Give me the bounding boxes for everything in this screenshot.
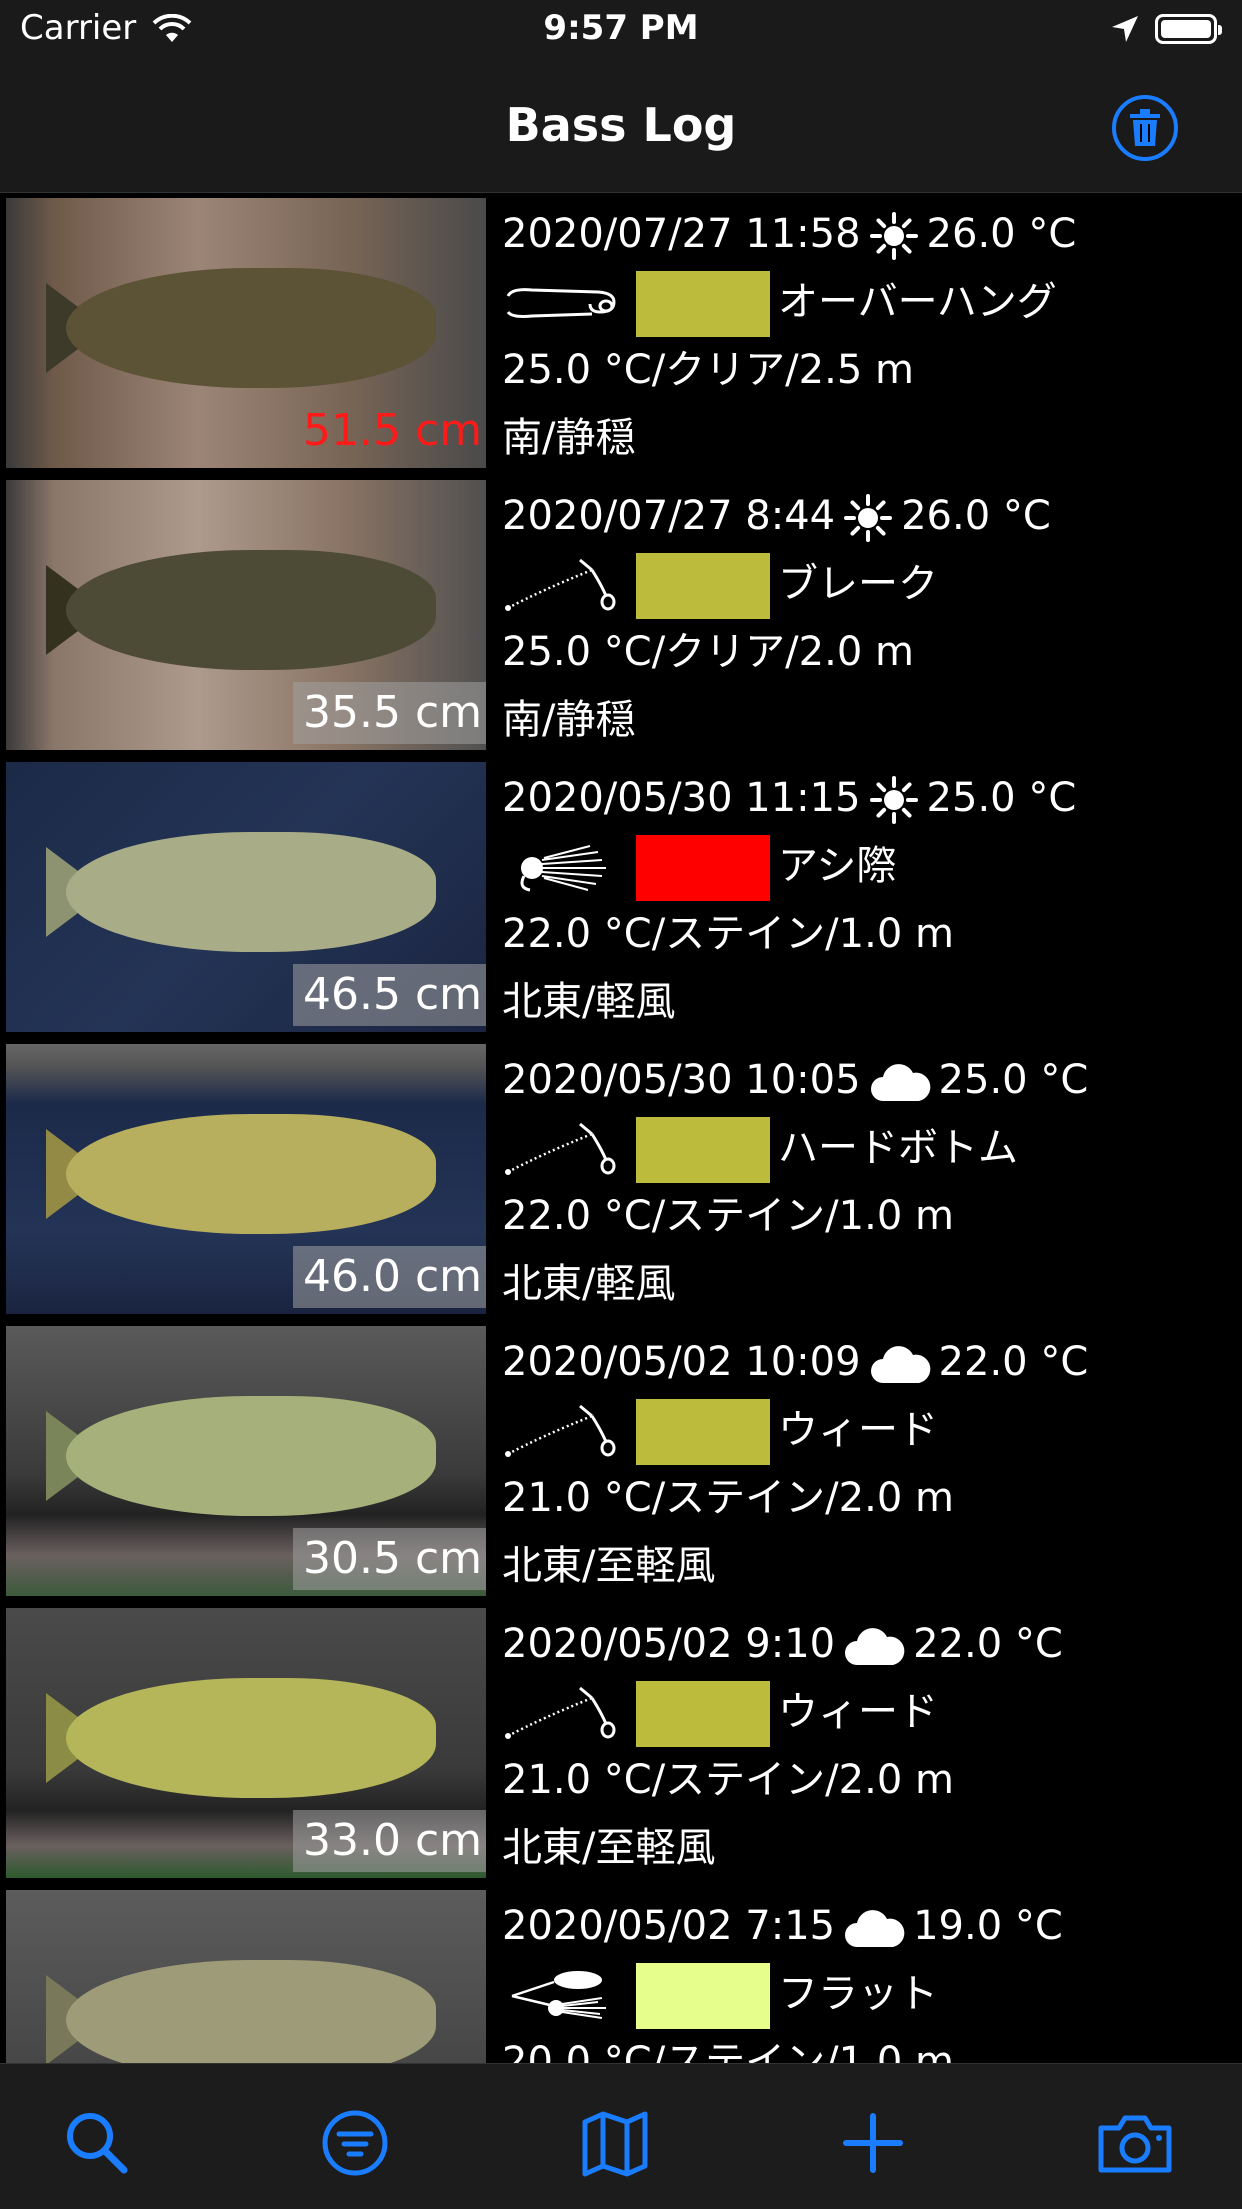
- fish-photo: 30.5 cm: [6, 1326, 486, 1596]
- spot-label: ウィード: [778, 1407, 938, 1453]
- status-bar: Carrier 9:57 PM: [0, 0, 1242, 60]
- cloud-icon: [870, 1064, 930, 1101]
- lure-color-swatch: [636, 1399, 770, 1465]
- water-conditions: 25.0 °C/クリア/2.5 m: [502, 347, 914, 393]
- fish-photo: 51.5 cm: [6, 198, 486, 468]
- drop-shot-icon: [505, 1686, 616, 1739]
- sun-icon: [869, 776, 918, 824]
- wind-conditions: 北東/至軽風: [502, 1825, 716, 1871]
- catch-datetime: 2020/07/27 8:44: [502, 493, 836, 539]
- lure-color-swatch: [636, 1963, 770, 2029]
- catch-datetime: 2020/05/30 11:15: [502, 775, 861, 821]
- catch-datetime: 2020/05/02 9:10: [502, 1621, 836, 1667]
- lure-color-swatch: [636, 553, 770, 619]
- size-label: 30.5 cm: [292, 1528, 486, 1590]
- page-title: Bass Log: [505, 98, 737, 152]
- fish-photo: 35.5 cm: [6, 480, 486, 750]
- catch-details: 2020/05/02 9:10 22.0 °C ウィード 21.0 °C/ステイン…: [502, 1611, 1232, 1883]
- list-item[interactable]: 46.0 cm 2020/05/30 10:05 25.0 °C ハードボトム 2…: [0, 1039, 1242, 1321]
- catch-details: 2020/05/30 11:15 25.0 °C アシ際 22.0 °C/ステイン…: [502, 765, 1232, 1037]
- spot-label: オーバーハング: [778, 279, 1057, 325]
- spot-label: ハードボトム: [778, 1125, 1018, 1171]
- lure-color-swatch: [636, 1117, 770, 1183]
- catch-datetime: 2020/05/02 7:15: [502, 1903, 836, 1949]
- air-temperature: 25.0 °C: [938, 1057, 1089, 1103]
- water-conditions: 21.0 °C/ステイン/2.0 m: [502, 1757, 954, 1803]
- size-label: 51.5 cm: [302, 405, 482, 456]
- catch-details: 2020/05/02 7:15 19.0 °C フラット 20.0 °C/ステイン…: [502, 1893, 1232, 2063]
- wind-conditions: 北東/軽風: [502, 1261, 676, 1307]
- wind-conditions: 北東/至軽風: [502, 1543, 716, 1589]
- delete-button[interactable]: [1112, 95, 1178, 161]
- filter-icon[interactable]: [320, 2108, 390, 2178]
- wind-conditions: 南/静穏: [502, 697, 636, 743]
- fish-photo: 46.5 cm: [6, 762, 486, 1032]
- lure-color-swatch: [636, 271, 770, 337]
- clock: 9:57 PM: [543, 8, 699, 48]
- cloud-icon: [845, 1628, 905, 1665]
- sun-icon: [869, 212, 918, 260]
- spot-label: アシ際: [778, 843, 897, 889]
- water-conditions: 22.0 °C/ステイン/1.0 m: [502, 911, 954, 957]
- catch-datetime: 2020/05/30 10:05: [502, 1057, 861, 1103]
- lure-color-swatch: [636, 1681, 770, 1747]
- fish-photo: 46.0 cm: [6, 1044, 486, 1314]
- drop-shot-icon: [505, 1404, 616, 1457]
- air-temperature: 25.0 °C: [926, 775, 1077, 821]
- air-temperature: 22.0 °C: [913, 1621, 1063, 1667]
- list-item[interactable]: 33.0 cm 2020/05/02 9:10 22.0 °C ウィード 21.0…: [0, 1603, 1242, 1885]
- rubber-jig-icon: [520, 845, 606, 892]
- list-item[interactable]: 35.5 cm 2020/07/27 8:44 26.0 °C ブレーク 25.0…: [0, 475, 1242, 757]
- spot-label: ウィード: [778, 1689, 938, 1735]
- list-item[interactable]: 30.5 cm 2020/05/02 10:09 22.0 °C ウィード 21.…: [0, 1321, 1242, 1603]
- catch-list[interactable]: 51.5 cm 2020/07/27 11:58 26.0 °C オーバーハング …: [0, 193, 1242, 2063]
- fish-photo: [6, 1890, 486, 2063]
- lure-color-swatch: [636, 835, 770, 901]
- tab-bar: [0, 2063, 1242, 2209]
- fish-photo: 33.0 cm: [6, 1608, 486, 1878]
- camera-icon[interactable]: [1095, 2108, 1175, 2178]
- air-temperature: 19.0 °C: [913, 1903, 1063, 1949]
- drop-shot-icon: [505, 558, 616, 611]
- air-temperature: 26.0 °C: [926, 211, 1077, 257]
- plus-icon[interactable]: [838, 2108, 908, 2178]
- water-conditions: 22.0 °C/ステイン/1.0 m: [502, 1193, 954, 1239]
- spot-label: フラット: [778, 1971, 938, 2017]
- water-conditions: 21.0 °C/ステイン/2.0 m: [502, 1475, 954, 1521]
- size-label: 46.0 cm: [292, 1246, 486, 1308]
- spot-label: ブレーク: [778, 561, 938, 607]
- map-icon[interactable]: [580, 2108, 650, 2178]
- catch-details: 2020/07/27 8:44 26.0 °C ブレーク 25.0 °C/クリア/…: [502, 483, 1232, 755]
- air-temperature: 26.0 °C: [901, 493, 1051, 539]
- drop-shot-icon: [505, 1122, 616, 1175]
- cloud-icon: [870, 1346, 930, 1383]
- wind-conditions: 北東/軽風: [502, 979, 676, 1025]
- navigation-bar: Bass Log: [0, 60, 1242, 193]
- spinnerbait-icon: [511, 1971, 606, 2019]
- list-item[interactable]: 51.5 cm 2020/07/27 11:58 26.0 °C オーバーハング …: [0, 193, 1242, 475]
- catch-datetime: 2020/07/27 11:58: [502, 211, 861, 257]
- catch-datetime: 2020/05/02 10:09: [502, 1339, 861, 1385]
- search-icon[interactable]: [62, 2108, 132, 2178]
- catch-details: 2020/05/02 10:09 22.0 °C ウィード 21.0 °C/ステイ…: [502, 1329, 1232, 1601]
- water-conditions: 20.0 °C/ステイン/1.0 m: [502, 2039, 954, 2063]
- size-label: 33.0 cm: [292, 1810, 486, 1872]
- size-label: 35.5 cm: [292, 682, 486, 744]
- list-item[interactable]: 2020/05/02 7:15 19.0 °C フラット 20.0 °C/ステイン…: [0, 1885, 1242, 2063]
- water-conditions: 25.0 °C/クリア/2.0 m: [502, 629, 914, 675]
- location-arrow-icon: [1112, 16, 1138, 42]
- rubber-worm-icon: [506, 288, 616, 318]
- cloud-icon: [845, 1910, 905, 1947]
- sun-icon: [844, 494, 893, 542]
- air-temperature: 22.0 °C: [938, 1339, 1089, 1385]
- trash-icon: [1130, 109, 1160, 146]
- list-item[interactable]: 46.5 cm 2020/05/30 11:15 25.0 °C アシ際 22.0…: [0, 757, 1242, 1039]
- battery-icon: [1155, 14, 1222, 44]
- size-label: 46.5 cm: [292, 964, 486, 1026]
- wind-conditions: 南/静穏: [502, 415, 636, 461]
- catch-details: 2020/07/27 11:58 26.0 °C オーバーハング 25.0 °C/…: [502, 201, 1232, 473]
- catch-details: 2020/05/30 10:05 25.0 °C ハードボトム 22.0 °C/ス…: [502, 1047, 1232, 1319]
